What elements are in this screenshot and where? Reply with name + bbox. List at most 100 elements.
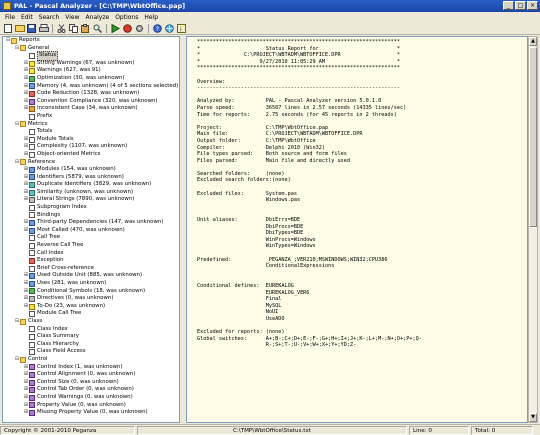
report-line: UseADO <box>197 315 285 322</box>
tree-item[interactable]: ⊞ Most Called (470, was unknown) <box>3 227 179 235</box>
tree-item-label: Directives (0, was unknown) <box>37 295 114 302</box>
tree-item[interactable]: Brief Cross-reference <box>3 265 179 273</box>
report-line: ConditionalExpressions <box>197 263 335 270</box>
report-icon <box>29 273 35 280</box>
tree-item[interactable]: Call Index <box>3 250 179 258</box>
save-icon[interactable] <box>26 23 37 34</box>
run-icon[interactable] <box>110 23 121 34</box>
tree-item[interactable]: ⊞ Complexity (1107, was unknown) <box>3 143 179 151</box>
tree-item-label: Object-oriented Metrics <box>37 150 101 157</box>
tree-item[interactable]: ⊞ Convention Compliance (320, was unknown… <box>3 98 179 106</box>
find-icon[interactable] <box>92 23 103 34</box>
tree-item[interactable]: Totals <box>3 128 179 136</box>
report-line: Analyzed by: PAL - Pascal Analyzer versi… <box>197 98 382 105</box>
minimize-button[interactable]: _ <box>503 1 514 10</box>
cut-icon[interactable] <box>56 23 67 34</box>
tree-item[interactable]: ⊞ Property Value (0, was unknown) <box>3 402 179 410</box>
tree-item[interactable]: ⊞ Conditional Symbols (18, was unknown) <box>3 288 179 296</box>
tree-item[interactable]: ⊞ Code Reduction (1328, was unknown) <box>3 90 179 98</box>
tree-item[interactable]: ⊞ Strong Warnings (67, was unknown) <box>3 60 179 68</box>
stop-icon[interactable] <box>122 23 133 34</box>
tree-item-label: Module Call Tree <box>37 310 82 317</box>
tree-item[interactable]: ⊞ Identifiers (5879, was unknown) <box>3 174 179 182</box>
tree-item[interactable]: ⊞ Object-oriented Metrics <box>3 151 179 159</box>
tree-item[interactable]: ⊞ Control Warnings (0, was unknown) <box>3 394 179 402</box>
tree-item[interactable]: ⊞ Duplicate Identifiers (3829, was unknow… <box>3 181 179 189</box>
tree-item-label: Reports <box>19 37 40 43</box>
report-icon <box>29 242 35 249</box>
tree-item[interactable]: ⊞ Control Alignment (0, was unknown) <box>3 371 179 379</box>
new-icon[interactable] <box>2 23 13 34</box>
close-button[interactable]: × <box>527 1 538 10</box>
help-icon[interactable]: ? <box>152 23 163 34</box>
tree-item[interactable]: ⊞ Literal Strings (7890, was unknown) <box>3 196 179 204</box>
info-icon[interactable]: i <box>176 23 187 34</box>
tree-item[interactable]: ⊟ Reference <box>3 159 179 167</box>
tree-item[interactable]: Class Hierarchy <box>3 341 179 349</box>
tree-item[interactable]: ⊞ Inconsistent Case (34, was unknown) <box>3 105 179 113</box>
tree-item[interactable]: ⊞ Control Index (1, was unknown) <box>3 364 179 372</box>
tree-item[interactable]: ⊟ Reports <box>3 37 179 45</box>
tree-item[interactable]: ⊞ Directives (0, was unknown) <box>3 295 179 303</box>
menu-search[interactable]: Search <box>36 14 63 21</box>
report-icon <box>29 52 35 59</box>
tree-item[interactable]: Reverse Call Tree <box>3 242 179 250</box>
menu-file[interactable]: File <box>2 14 18 21</box>
menu-edit[interactable]: Edit <box>18 14 36 21</box>
tree-item[interactable]: ⊞ Control Tab Order (0, was unknown) <box>3 386 179 394</box>
tree-item[interactable]: ⊟ Control <box>3 356 179 364</box>
tree-item[interactable]: Module Call Tree <box>3 310 179 318</box>
maximize-button[interactable]: □ <box>515 1 526 10</box>
tree-item[interactable]: ⊟ General <box>3 45 179 53</box>
tree-item[interactable]: Bindings <box>3 212 179 220</box>
tree-item[interactable]: ⊟ Class <box>3 318 179 326</box>
report-line: WinTypes=Windows <box>197 243 316 250</box>
tree-item[interactable]: ⊟ Metrics <box>3 121 179 129</box>
tree-item[interactable]: Class Field Access <box>3 348 179 356</box>
tree-item-label: Control Size (0, was unknown) <box>37 378 119 385</box>
open-icon[interactable] <box>14 23 25 34</box>
tree-item[interactable]: Subprogram Index <box>3 204 179 212</box>
scroll-down-icon[interactable]: ▼ <box>529 413 537 422</box>
report-icon <box>29 250 35 257</box>
menu-analyze[interactable]: Analyze <box>83 14 113 21</box>
menu-help[interactable]: Help <box>141 14 161 21</box>
copy-icon[interactable] <box>68 23 79 34</box>
tree-item-label: Call Tree <box>37 234 61 241</box>
tree-item[interactable]: ⊞ Similarity (unknown, was unknown) <box>3 189 179 197</box>
report-icon <box>29 364 35 371</box>
report-line <box>197 118 523 125</box>
options-icon[interactable] <box>134 23 145 34</box>
tree-item[interactable]: ⊞ Optimization (30, was unknown) <box>3 75 179 83</box>
paste-icon[interactable] <box>80 23 91 34</box>
report-tree[interactable]: ⊟ Reports ⊟ General Status ⊞ Strong Warnings (… <box>2 36 180 423</box>
scroll-up-icon[interactable]: ▲ <box>529 37 537 46</box>
print-icon[interactable] <box>38 23 49 34</box>
tree-item-label: Modules (154, was unknown) <box>37 166 116 173</box>
tree-item[interactable]: ⊞ Module Totals <box>3 136 179 144</box>
tree-item[interactable]: ⊞ Memory (4, was unknown) (4 of 5 section… <box>3 83 179 91</box>
menu-view[interactable]: View <box>62 14 82 21</box>
vertical-scrollbar[interactable]: ▲ ▼ <box>528 36 538 423</box>
tree-item[interactable]: ⊞ Control Size (0, was unknown) <box>3 379 179 387</box>
scroll-thumb[interactable] <box>529 47 537 227</box>
tree-item[interactable]: Status <box>3 51 179 61</box>
menu-options[interactable]: Options <box>112 14 141 21</box>
tree-item[interactable]: Prefix <box>3 113 179 121</box>
tree-item[interactable]: ⊞ Warnings (627, was 91) <box>3 67 179 75</box>
web-icon[interactable] <box>164 23 175 34</box>
tree-item[interactable]: ⊞ Uses (281, was unknown) <box>3 280 179 288</box>
tree-item[interactable]: Class Index <box>3 326 179 334</box>
report-icon <box>29 258 35 265</box>
tree-item[interactable]: ⊞ To-Do (23, was unknown) <box>3 303 179 311</box>
tree-item[interactable]: ⊞ Third-party Dependencies (147, was unkn… <box>3 219 179 227</box>
report-icon <box>29 394 35 401</box>
tree-item[interactable]: Class Summary <box>3 333 179 341</box>
panel-splitter[interactable] <box>181 36 185 423</box>
tree-item[interactable]: ⊞ Missing Property Value (0, was unknown) <box>3 409 179 417</box>
tree-item[interactable]: ⊞ Modules (154, was unknown) <box>3 166 179 174</box>
tree-item[interactable]: Call Tree <box>3 234 179 242</box>
tree-item[interactable]: ⊞ Used Outside Unit (885, was unknown) <box>3 272 179 280</box>
tree-item[interactable]: Exception <box>3 257 179 265</box>
report-line: * Status Report for * <box>197 45 401 52</box>
